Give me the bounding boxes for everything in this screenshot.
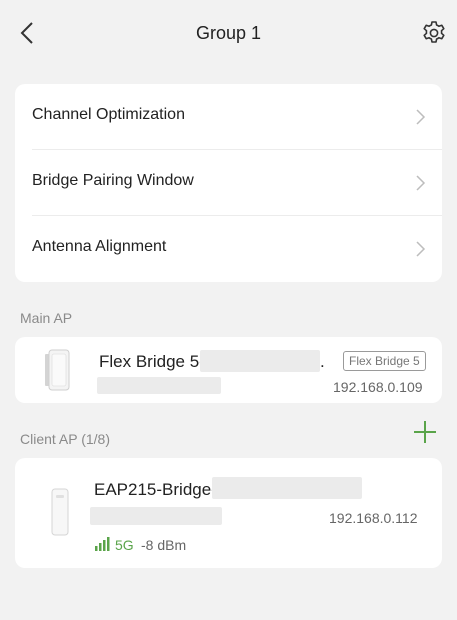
client-ap-card[interactable]: EAP215-Bridge- 192.168.0.112 [15,458,442,568]
main-ap-card[interactable]: Flex Bridge 5- . Flex Bridge 5 192.168.0… [15,337,442,403]
menu-item-antenna-alignment[interactable]: Antenna Alignment [32,216,442,282]
client-ap-section-label: Client AP (1/8) [20,431,111,447]
redacted-mac [90,507,222,525]
plus-icon[interactable] [412,419,438,445]
gear-icon[interactable] [421,20,447,46]
main-ap-name-suffix: . [320,352,325,371]
bridge-device-icon [51,488,69,536]
menu-item-label: Bridge Pairing Window [32,172,194,189]
chevron-right-icon [416,109,426,125]
chevron-right-icon [416,175,426,191]
settings-menu-card: Channel Optimization Bridge Pairing Wind… [15,84,442,282]
redacted-mac [97,377,221,394]
main-ap-section-label: Main AP [20,310,73,326]
model-badge: Flex Bridge 5 [343,351,426,371]
client-ap-name: EAP215-Bridge- [94,480,217,499]
redacted-name [200,350,320,372]
signal-strength-icon [95,537,110,551]
main-ap-name: Flex Bridge 5- [99,352,205,371]
page-title: Group 1 [195,23,262,43]
menu-item-label: Channel Optimization [32,106,185,123]
chevron-right-icon [416,241,426,257]
band-label: 5G [115,537,134,553]
header-bar: Group 1 [0,0,457,68]
signal-strength-value: -8 dBm [141,537,187,553]
bridge-device-icon [45,349,70,391]
main-ap-ip: 192.168.0.109 [333,379,423,395]
client-ap-ip: 192.168.0.112 [329,510,418,526]
menu-item-channel-optimization[interactable]: Channel Optimization [32,84,442,150]
menu-item-bridge-pairing-window[interactable]: Bridge Pairing Window [32,150,442,216]
menu-item-label: Antenna Alignment [32,238,167,255]
redacted-name [212,477,362,499]
